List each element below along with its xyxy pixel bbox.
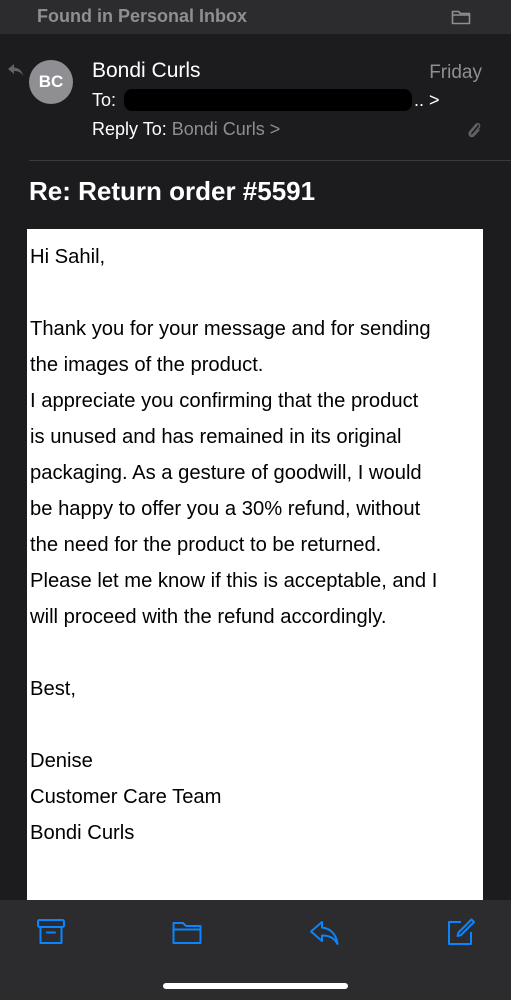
signature-name: Denise bbox=[30, 750, 93, 772]
body-line: I appreciate you confirming that the pro… bbox=[30, 390, 419, 412]
attachment-icon bbox=[468, 122, 481, 138]
reply-to-address[interactable]: Bondi Curls > bbox=[172, 119, 281, 139]
body-line: Thank you for your message and for sendi… bbox=[30, 318, 431, 340]
sender-name[interactable]: Bondi Curls bbox=[92, 59, 201, 83]
email-view: Found in Personal Inbox BC Bondi Curls F… bbox=[0, 0, 511, 1000]
body-blank-line bbox=[27, 707, 483, 743]
body-line: the images of the product. bbox=[30, 354, 264, 376]
message-date: Friday bbox=[429, 62, 482, 83]
compose-icon[interactable] bbox=[446, 917, 476, 947]
body-line: Best, bbox=[30, 678, 77, 700]
replied-indicator-icon bbox=[8, 64, 23, 76]
recipients-row[interactable]: To: .. > bbox=[92, 89, 440, 111]
folder-icon[interactable] bbox=[451, 8, 471, 25]
header-divider bbox=[29, 160, 511, 161]
to-label: To: bbox=[92, 89, 117, 110]
body-line: will proceed with the refund accordingly… bbox=[30, 606, 387, 628]
body-line: packaging. As a gesture of goodwill, I w… bbox=[30, 462, 422, 484]
inbox-banner[interactable]: Found in Personal Inbox bbox=[0, 0, 511, 34]
body-line: is unused and has remained in its origin… bbox=[30, 426, 402, 448]
reply-to-label: Reply To: bbox=[92, 119, 167, 139]
reply-to-row[interactable]: Reply To: Bondi Curls > bbox=[92, 119, 280, 140]
body-line: be happy to offer you a 30% refund, with… bbox=[30, 498, 421, 520]
body-line: Hi Sahil, bbox=[30, 246, 106, 268]
archive-icon[interactable] bbox=[36, 917, 66, 947]
body-line: Please let me know if this is acceptable… bbox=[30, 570, 438, 592]
home-indicator[interactable] bbox=[163, 983, 348, 989]
body-line: the need for the product to be returned. bbox=[30, 534, 382, 556]
email-subject: Re: Return order #5591 bbox=[29, 176, 316, 206]
signature-company: Bondi Curls bbox=[30, 822, 135, 844]
body-blank-line bbox=[27, 275, 483, 311]
avatar[interactable]: BC bbox=[29, 60, 73, 104]
banner-label: Found in Personal Inbox bbox=[37, 6, 248, 26]
reply-icon[interactable] bbox=[309, 917, 339, 947]
redacted-recipient bbox=[124, 89, 413, 111]
recipients-more[interactable]: .. > bbox=[414, 90, 440, 111]
message-body: Hi Sahil, Thank you for your message and… bbox=[27, 229, 483, 929]
signature-team: Customer Care Team bbox=[30, 786, 222, 808]
body-blank-line bbox=[27, 635, 483, 671]
folder-icon[interactable] bbox=[172, 917, 202, 947]
